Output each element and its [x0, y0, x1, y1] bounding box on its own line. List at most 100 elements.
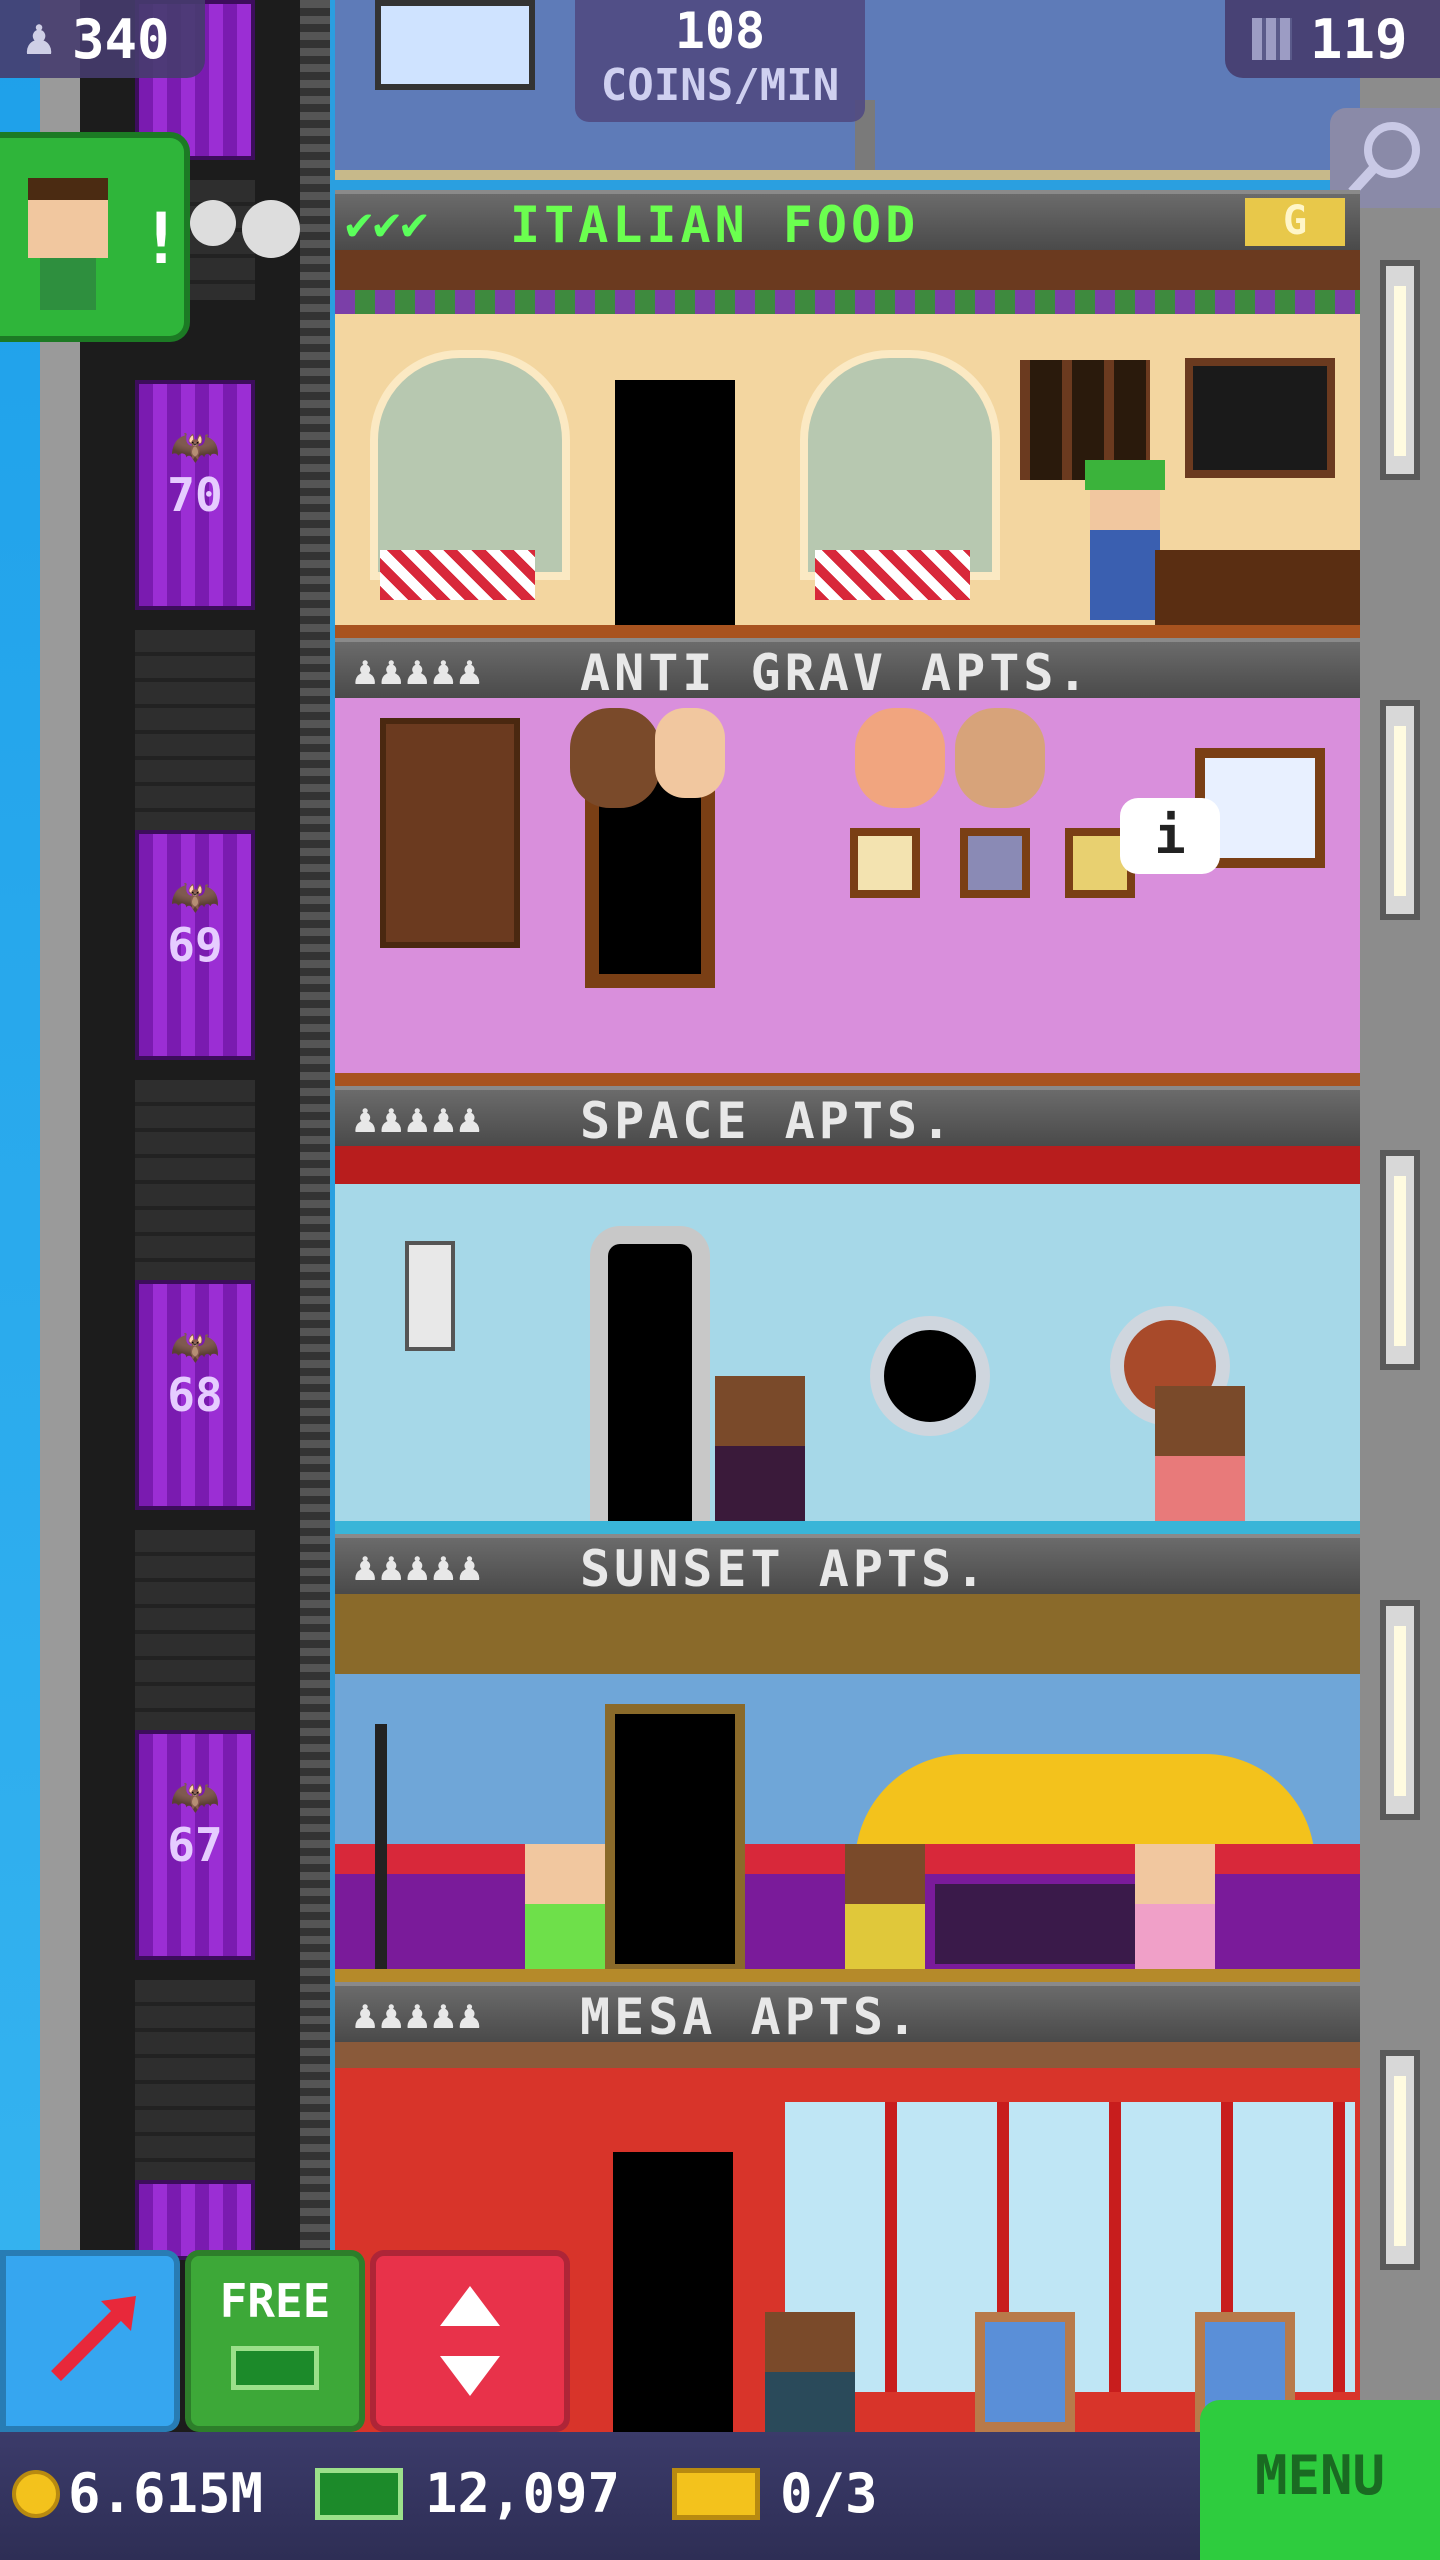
bat-icon: 🦇	[170, 1324, 220, 1370]
residents-icons: ♟♟♟♟♟	[353, 1544, 484, 1590]
visitor-notification-button[interactable]: !	[0, 132, 190, 342]
elevator-floor-number: 69	[167, 918, 223, 972]
floor-trim	[335, 625, 1360, 638]
resident-character[interactable]	[525, 1844, 605, 1974]
picture-frame	[960, 828, 1030, 898]
population-count: 340	[72, 8, 170, 71]
menu-button[interactable]: MENU	[1200, 2400, 1440, 2560]
building-window	[1380, 700, 1420, 920]
floors-count: 119	[1310, 8, 1408, 71]
avatar	[28, 178, 108, 258]
floor-anti-grav-apts[interactable]: ♟♟♟♟♟ ANTI GRAV APTS. i	[335, 638, 1360, 1086]
floor-name: SPACE APTS.	[580, 1092, 956, 1150]
arrow-icon	[51, 2296, 136, 2381]
armchair	[975, 2312, 1075, 2432]
dining-table	[815, 550, 970, 600]
floor-label-bar: ♟♟♟♟♟ SPACE APTS.	[335, 1086, 1360, 1150]
floor-trim	[335, 1073, 1360, 1086]
apartment-door[interactable]	[605, 1704, 745, 1974]
residents-icons: ♟♟♟♟♟	[353, 1096, 484, 1142]
computer-screen	[375, 0, 535, 90]
ceiling-panel	[335, 1146, 1360, 1184]
apartment-door[interactable]	[613, 2152, 733, 2432]
bat-icon: 🦇	[170, 1774, 220, 1820]
floor-label-bar: ♟♟♟♟♟ MESA APTS.	[335, 1982, 1360, 2046]
coins-rate-label: COINS/MIN	[600, 60, 840, 111]
floor-name: ITALIAN FOOD	[510, 196, 920, 254]
person-icon: ♟	[24, 8, 55, 66]
elevator-rail	[300, 0, 330, 2560]
floor-trim	[335, 170, 1360, 180]
sofa	[935, 1884, 1135, 1964]
elevator-floor-number: 68	[167, 1368, 223, 1422]
resident-character[interactable]	[845, 1844, 925, 1974]
free-label: FREE	[219, 2274, 331, 2328]
floor-badge: G	[1245, 198, 1345, 246]
restaurant-door[interactable]	[615, 380, 735, 630]
avatar-shirt	[40, 258, 96, 310]
elevator-car[interactable]	[135, 2180, 255, 2260]
bookshelf	[380, 718, 520, 948]
resident-upside-down[interactable]	[655, 708, 725, 798]
info-button[interactable]: i	[1120, 798, 1220, 874]
resident-upside-down[interactable]	[855, 708, 945, 808]
floor-italian-food[interactable]: ✔✔✔ ITALIAN FOOD G	[335, 190, 1360, 638]
floor-label-bar: ♟♟♟♟♟ ANTI GRAV APTS.	[335, 638, 1360, 702]
resident-character[interactable]	[765, 2312, 855, 2432]
street-lamp	[375, 1724, 387, 1974]
resident-upside-down[interactable]	[570, 708, 660, 808]
elevator-button[interactable]	[370, 2250, 570, 2432]
menu-label: MENU	[1254, 2444, 1386, 2507]
elevator-icon	[440, 2286, 500, 2396]
bat-icon: 🦇	[170, 424, 220, 470]
waiter-character[interactable]	[1090, 470, 1160, 620]
ticket-icon	[672, 2468, 760, 2520]
resident-character[interactable]	[1155, 1386, 1245, 1526]
menu-chalkboard	[1185, 358, 1335, 478]
resident-character[interactable]	[1135, 1844, 1215, 1974]
shaft-outer-wall	[40, 0, 80, 2560]
dining-table	[380, 550, 535, 600]
resident-character[interactable]	[715, 1376, 805, 1526]
speech-dot	[242, 200, 300, 258]
coin-icon	[12, 2470, 60, 2518]
building-window	[1380, 260, 1420, 480]
floor-name: MESA APTS.	[580, 1988, 922, 2046]
floor-name: ANTI GRAV APTS.	[580, 644, 1092, 702]
floor-icon	[1252, 18, 1292, 60]
elevator-floor-number: 67	[167, 1818, 223, 1872]
coins-amount: 6.615M	[68, 2462, 264, 2525]
elevator-floor-number: 70	[167, 468, 223, 522]
floor-space-apts[interactable]: ♟♟♟♟♟ SPACE APTS.	[335, 1086, 1360, 1534]
residents-icons: ♟♟♟♟♟	[353, 1992, 484, 2038]
shaft-brick	[135, 630, 255, 830]
free-bux-button[interactable]: FREE	[185, 2250, 365, 2432]
porthole-window	[870, 1316, 990, 1436]
resident-upside-down[interactable]	[955, 708, 1045, 808]
building-window	[1380, 2050, 1420, 2270]
speech-dot	[190, 200, 236, 246]
bux-icon	[231, 2346, 319, 2390]
alert-mark: !	[140, 198, 183, 280]
ceiling-beam	[335, 2042, 1360, 2068]
bux-icon	[315, 2468, 403, 2520]
floor-trim	[335, 1521, 1360, 1534]
airlock-door[interactable]	[590, 1226, 710, 1526]
building-window	[1380, 1600, 1420, 1820]
residents-icons: ♟♟♟♟♟	[353, 648, 484, 694]
shaft-brick	[135, 1080, 255, 1280]
building-window	[1380, 1150, 1420, 1370]
picture-frame	[850, 828, 920, 898]
grape-vine	[335, 290, 1360, 314]
floor-label-bar: ♟♟♟♟♟ SUNSET APTS.	[335, 1534, 1360, 1598]
floor-name: SUNSET APTS.	[580, 1540, 990, 1598]
floor-label-bar: ✔✔✔ ITALIAN FOOD G	[335, 190, 1360, 254]
shaft-brick	[135, 1980, 255, 2180]
counter	[1155, 550, 1360, 630]
ceiling-beams	[335, 1594, 1360, 1674]
floor-trim	[335, 1969, 1360, 1982]
waiter-hat	[1085, 460, 1165, 490]
arched-window	[800, 350, 1000, 580]
floor-sunset-apts[interactable]: ♟♟♟♟♟ SUNSET APTS.	[335, 1534, 1360, 1982]
raise-button[interactable]	[0, 2250, 180, 2432]
